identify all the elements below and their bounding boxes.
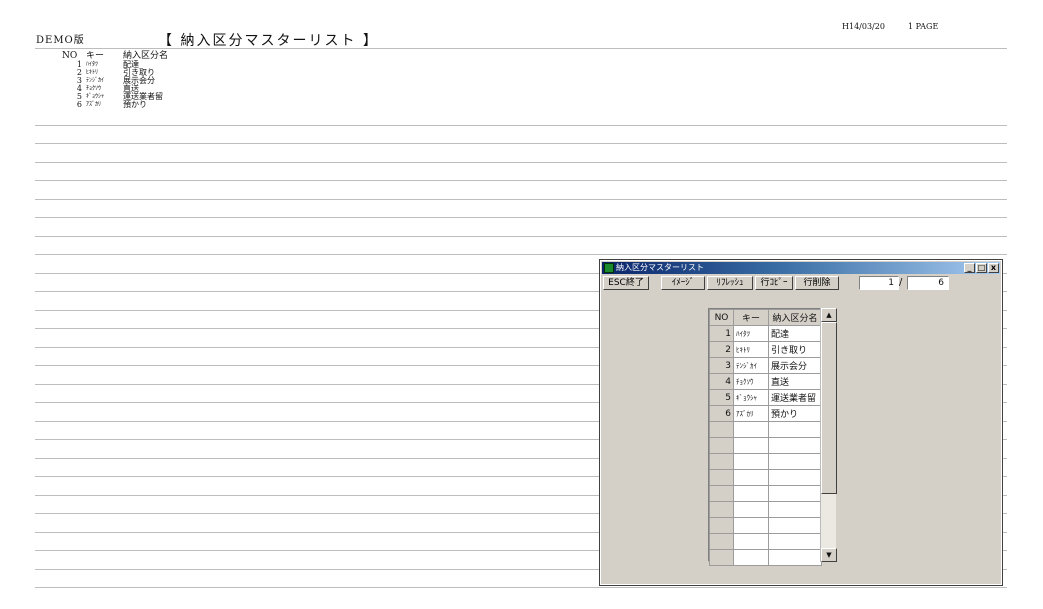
report-ruled-line — [35, 180, 1007, 181]
grid-empty-row[interactable] — [709, 485, 822, 502]
grid-cell-key[interactable]: ﾋｷﾄﾘ — [733, 341, 769, 358]
report-row-name: 預かり — [123, 100, 147, 109]
report-ruled-line — [35, 143, 1007, 144]
grid-table: NO キー 納入区分名 1 ﾊｲﾀﾂ 配達 2 ﾋｷﾄﾘ 引き取り 3 ﾃﾝｼﾞ… — [709, 309, 822, 566]
grid-header-key[interactable]: キー — [733, 309, 769, 326]
esc-exit-button[interactable]: ESC終了 — [603, 276, 649, 290]
report-ruled-line — [35, 236, 1007, 237]
report-row-key: ﾊｲﾀﾂ — [86, 61, 99, 68]
grid-empty-row[interactable] — [709, 517, 822, 534]
report-row-key: ﾃﾝｼﾞｶｲ — [86, 77, 105, 84]
grid-cell-key[interactable]: ｷﾞｮｳｼｬ — [733, 389, 769, 406]
report-row-key: ｷﾞｮｳｼｬ — [86, 93, 105, 100]
report-date: H14/03/20 — [842, 22, 885, 31]
grid-row[interactable]: 1 ﾊｲﾀﾂ 配達 — [709, 325, 822, 342]
grid-cell-no[interactable]: 1 — [709, 325, 734, 342]
report-row-key: ｱｽﾞｶﾘ — [86, 101, 102, 108]
grid-empty-row[interactable] — [709, 533, 822, 550]
report-header-no: NO — [62, 51, 78, 61]
grid-empty-row[interactable] — [709, 469, 822, 486]
app-icon — [604, 263, 614, 273]
refresh-button[interactable]: ﾘﾌﾚｯｼｭ — [707, 276, 753, 290]
grid-vertical-scrollbar[interactable]: ▲ ▼ — [820, 308, 837, 562]
report-divider — [35, 48, 1007, 49]
grid-header-row: NO キー 納入区分名 — [709, 309, 822, 326]
report-ruled-line — [35, 217, 1007, 218]
grid-cell-no[interactable]: 4 — [709, 373, 734, 390]
grid-cell-key[interactable]: ﾊｲﾀﾂ — [733, 325, 769, 342]
pager-separator: / — [899, 277, 903, 288]
page-total-field: 6 — [907, 276, 949, 290]
grid-row[interactable]: 3 ﾃﾝｼﾞｶｲ 展示会分 — [709, 357, 822, 374]
grid-row[interactable]: 5 ｷﾞｮｳｼｬ 運送業者留 — [709, 389, 822, 406]
report-title: 【 納入区分マスターリスト 】 — [158, 33, 379, 49]
grid-row[interactable]: 6 ｱｽﾞｶﾘ 預かり — [709, 405, 822, 422]
report-ruled-line — [35, 587, 1007, 588]
maximize-button[interactable]: □ — [976, 263, 987, 273]
grid-cell-no[interactable]: 3 — [709, 357, 734, 374]
minimize-button[interactable]: _ — [964, 263, 975, 273]
scroll-down-icon[interactable]: ▼ — [821, 548, 837, 562]
image-button[interactable]: ｲﾒｰｼﾞ — [661, 276, 705, 290]
report-ruled-line — [35, 125, 1007, 126]
scroll-thumb[interactable] — [821, 322, 837, 494]
report-header-key: キー — [86, 51, 105, 61]
demo-label: DEMO版 — [36, 35, 85, 46]
page-current-field[interactable]: 1 — [859, 276, 899, 290]
grid-cell-name[interactable]: 預かり — [768, 405, 822, 422]
report-row-key: ﾋｷﾄﾘ — [86, 69, 99, 76]
grid-empty-row[interactable] — [709, 421, 822, 438]
grid-header-name[interactable]: 納入区分名 — [768, 309, 822, 326]
delete-row-button[interactable]: 行削除 — [795, 276, 839, 290]
grid-cell-name[interactable]: 直送 — [768, 373, 822, 390]
grid-cell-name[interactable]: 引き取り — [768, 341, 822, 358]
report-ruled-line — [35, 199, 1007, 200]
grid-cell-name[interactable]: 配達 — [768, 325, 822, 342]
grid-empty-row[interactable] — [709, 501, 822, 518]
scroll-up-icon[interactable]: ▲ — [821, 308, 837, 322]
grid-cell-no[interactable]: 6 — [709, 405, 734, 422]
master-grid: NO キー 納入区分名 1 ﾊｲﾀﾂ 配達 2 ﾋｷﾄﾘ 引き取り 3 ﾃﾝｼﾞ… — [708, 308, 822, 566]
grid-empty-row[interactable] — [709, 437, 822, 454]
master-list-window: 納入区分マスターリスト _ □ x ESC終了 ｲﾒｰｼﾞ ﾘﾌﾚｯｼｭ 行ｺﾋ… — [599, 259, 1003, 586]
grid-row[interactable]: 4 ﾁｮｸｿｳ 直送 — [709, 373, 822, 390]
grid-cell-no[interactable]: 2 — [709, 341, 734, 358]
grid-empty-row[interactable] — [709, 549, 822, 566]
report-row-no: 6 — [76, 100, 82, 109]
close-button[interactable]: x — [988, 263, 999, 273]
window-controls: _ □ x — [964, 263, 999, 273]
grid-cell-key[interactable]: ﾁｮｸｿｳ — [733, 373, 769, 390]
grid-header-no[interactable]: NO — [709, 309, 734, 326]
grid-cell-key[interactable]: ﾃﾝｼﾞｶｲ — [733, 357, 769, 374]
window-title: 納入区分マスターリスト — [616, 263, 704, 272]
grid-cell-no[interactable]: 5 — [709, 389, 734, 406]
copy-row-button[interactable]: 行ｺﾋﾟｰ — [755, 276, 793, 290]
grid-cell-name[interactable]: 展示会分 — [768, 357, 822, 374]
grid-cell-key[interactable]: ｱｽﾞｶﾘ — [733, 405, 769, 422]
report-page-number: 1 PAGE — [908, 22, 939, 31]
grid-cell-name[interactable]: 運送業者留 — [768, 389, 822, 406]
report-ruled-line — [35, 254, 1007, 255]
window-titlebar[interactable]: 納入区分マスターリスト _ □ x — [602, 262, 1000, 274]
grid-empty-row[interactable] — [709, 453, 822, 470]
report-ruled-line — [35, 162, 1007, 163]
grid-row[interactable]: 2 ﾋｷﾄﾘ 引き取り — [709, 341, 822, 358]
report-row-key: ﾁｮｸｿｳ — [86, 85, 102, 92]
